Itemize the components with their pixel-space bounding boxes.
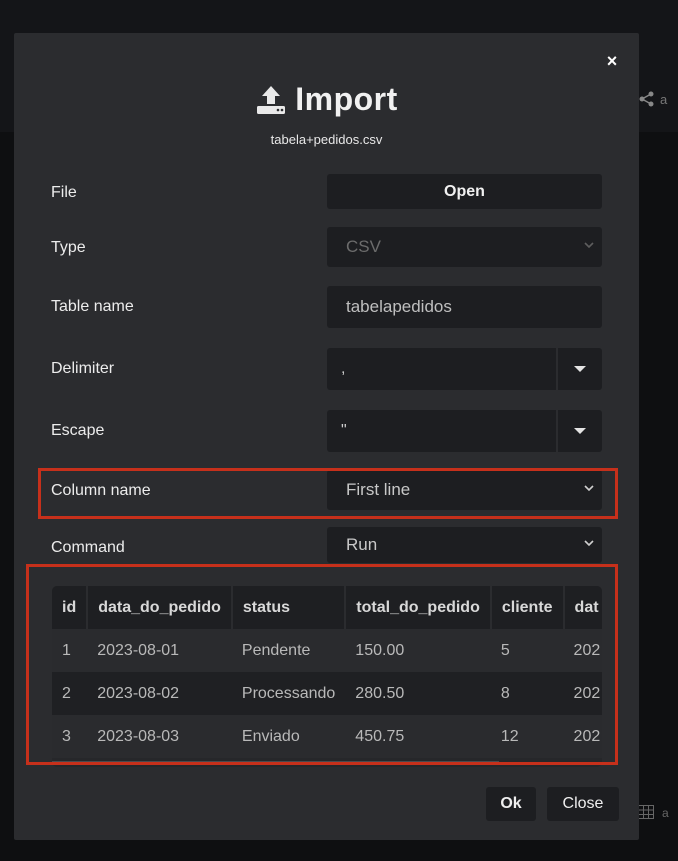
delimiter-value: ,: [341, 360, 346, 377]
type-label: Type: [51, 239, 86, 256]
table-cell: 3: [52, 715, 88, 758]
caret-down-icon: [574, 366, 586, 372]
column-header: total_do_pedido: [345, 586, 492, 629]
column-name-label: Column name: [51, 482, 151, 499]
table-cell: Pendente: [231, 629, 346, 672]
table-cell: 202: [563, 629, 602, 672]
table-name-input[interactable]: tabelapedidos: [327, 286, 602, 328]
escape-input[interactable]: ": [327, 410, 556, 452]
chevron-down-icon: [584, 242, 594, 249]
import-dialog: × Import tabela+pedidos.csv File Open Ty…: [14, 33, 639, 840]
column-name-select[interactable]: First line: [327, 470, 602, 510]
type-select[interactable]: CSV: [327, 227, 602, 267]
table-cell: 5: [490, 629, 564, 672]
grid-icon[interactable]: [638, 805, 654, 819]
command-value: Run: [346, 535, 378, 554]
command-label: Command: [51, 539, 125, 556]
delimiter-input[interactable]: ,: [327, 348, 556, 390]
table-cell: 2023-08-02: [87, 672, 232, 715]
table-cell: 1: [52, 629, 88, 672]
column-header: cliente: [490, 586, 565, 629]
close-button[interactable]: Close: [547, 787, 619, 821]
file-name: tabela+pedidos.csv: [270, 132, 383, 147]
table-cell: 450.75: [345, 715, 491, 758]
table-cell: Processando: [231, 672, 346, 715]
horizontal-scrollbar[interactable]: [52, 761, 499, 764]
column-name-value: First line: [346, 480, 411, 499]
table-cell: 2: [52, 672, 88, 715]
table-cell: Enviado: [231, 715, 346, 758]
chevron-down-icon: [584, 485, 594, 492]
column-header: dat: [563, 586, 602, 629]
table-cell: 150.00: [345, 629, 491, 672]
ok-button[interactable]: Ok: [486, 787, 536, 821]
table-cell: 2023-08-01: [87, 629, 232, 672]
share-icon[interactable]: [638, 90, 656, 108]
table-cell: 202: [563, 672, 602, 715]
table-row: 1 2023-08-01 Pendente 150.00 5 202: [52, 629, 602, 672]
dialog-title: Import: [295, 81, 398, 117]
table-header-row: id data_do_pedido status total_do_pedido…: [52, 586, 602, 629]
table-row: 3 2023-08-03 Enviado 450.75 12 202: [52, 715, 602, 758]
table-name-label: Table name: [51, 298, 134, 315]
command-select[interactable]: Run: [327, 527, 602, 563]
open-button[interactable]: Open: [327, 174, 602, 209]
delimiter-label: Delimiter: [51, 360, 115, 377]
background-partial-text-2: a: [662, 806, 669, 820]
table-cell: 202: [563, 715, 602, 758]
background-partial-text: a: [660, 92, 668, 107]
table-cell: 2023-08-03: [87, 715, 232, 758]
close-icon[interactable]: ×: [602, 51, 622, 71]
caret-down-icon: [574, 428, 586, 434]
escape-dropdown-button[interactable]: [558, 410, 602, 452]
table-cell: 12: [490, 715, 564, 758]
column-header: id: [52, 586, 89, 629]
table-name-value: tabelapedidos: [346, 297, 452, 316]
column-header: data_do_pedido: [87, 586, 233, 629]
escape-label: Escape: [51, 422, 105, 439]
upload-icon: [257, 85, 286, 114]
column-header: status: [231, 586, 347, 629]
csv-preview-table[interactable]: id data_do_pedido status total_do_pedido…: [52, 586, 602, 767]
table-cell: 280.50: [345, 672, 491, 715]
delimiter-dropdown-button[interactable]: [558, 348, 602, 390]
table-row: 2 2023-08-02 Processando 280.50 8 202: [52, 672, 602, 715]
chevron-down-icon: [584, 540, 594, 547]
file-label: File: [51, 184, 77, 201]
dialog-header: Import: [14, 81, 639, 118]
escape-value: ": [341, 422, 347, 439]
table-cell: 8: [490, 672, 564, 715]
type-value: CSV: [346, 237, 381, 256]
